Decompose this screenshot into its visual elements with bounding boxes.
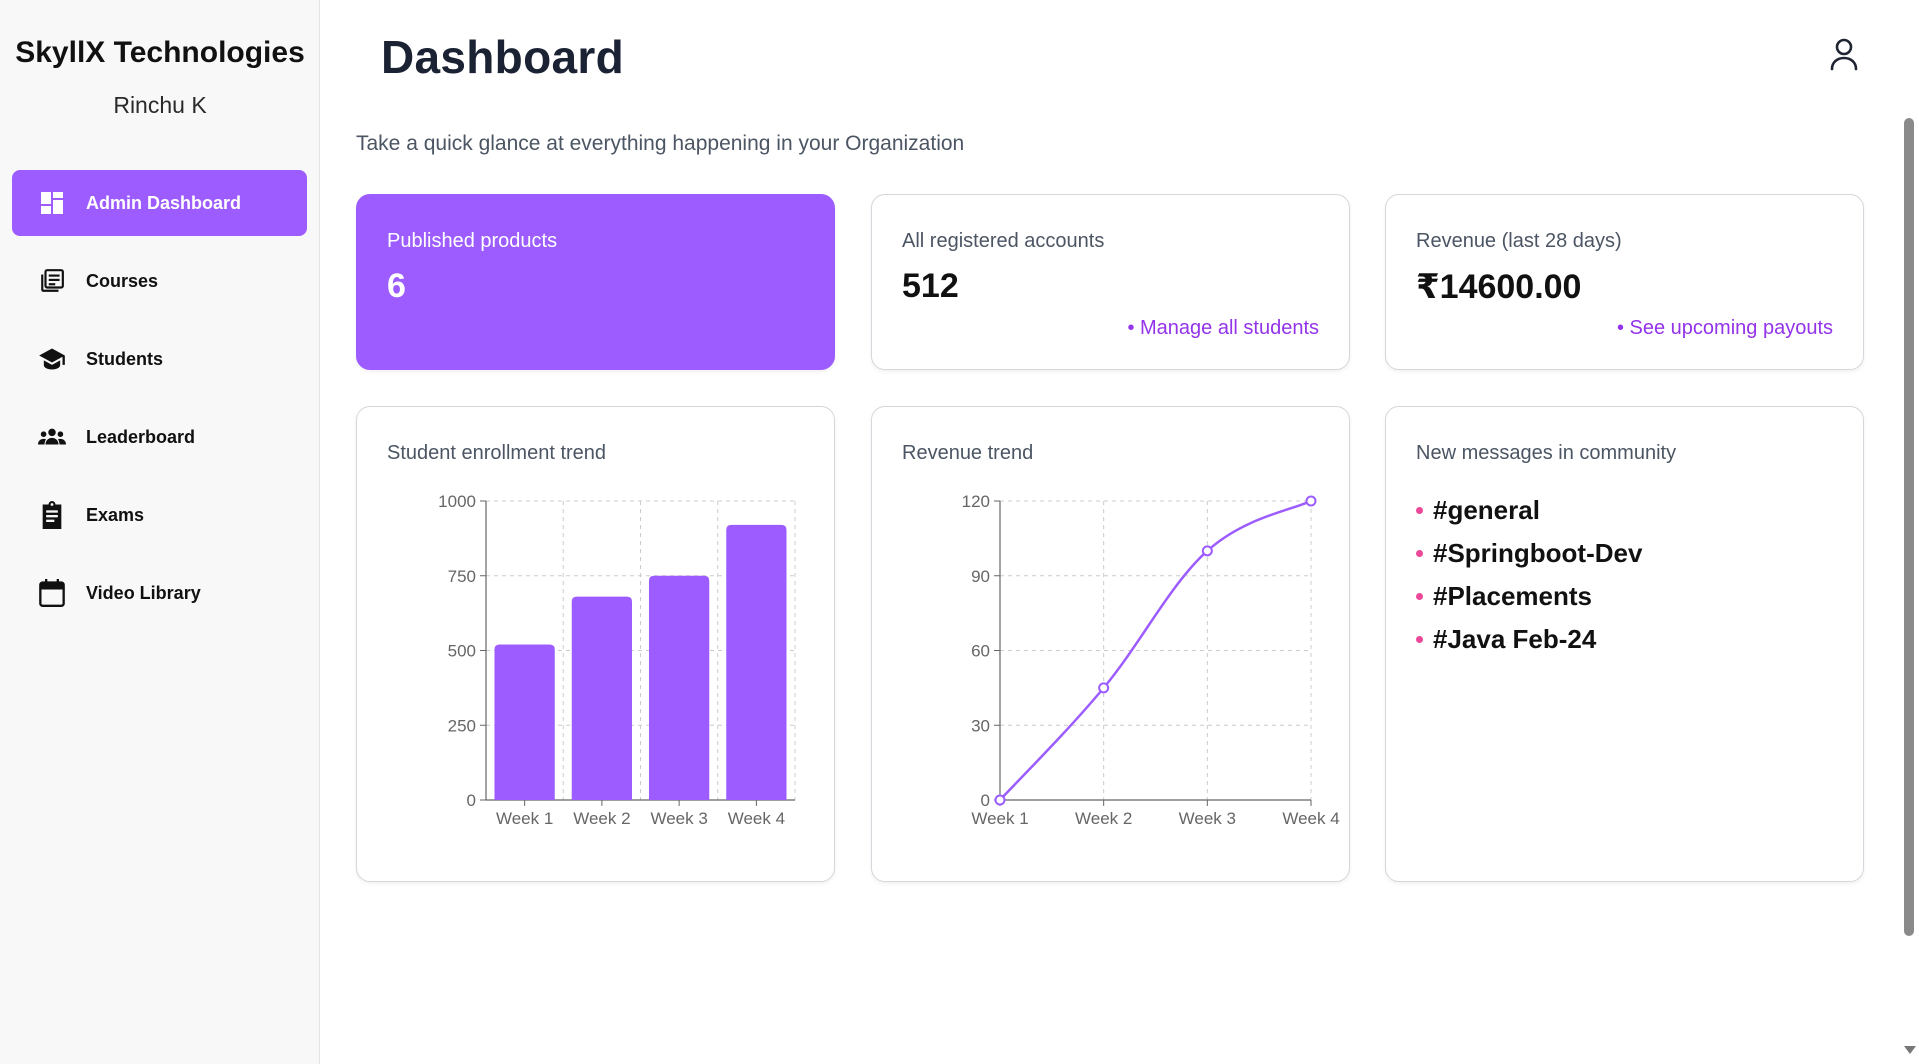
x-tick-label: Week 2 [1075, 809, 1132, 828]
sidebar-item-label: Video Library [86, 582, 201, 603]
revenue-point [1305, 495, 1317, 507]
revenue-line-chart: 0 30 60 90 120 Week 1 Week 2 Week 3 Week 4 [962, 492, 1340, 828]
y-tick-label: 750 [448, 567, 476, 586]
page-title: Dashboard [381, 31, 624, 83]
channel-name: #Java Feb-24 [1433, 624, 1597, 654]
upcoming-payouts-link[interactable]: • See upcoming payouts [1617, 317, 1833, 340]
x-tick-label: Week 4 [1282, 809, 1339, 828]
channel-list: #general #Springboot-Dev #Placements #Ja… [1416, 489, 1642, 661]
page-scrollbar[interactable] [1899, 0, 1919, 1064]
enrollment-bar [726, 524, 787, 800]
app-root: SkyllX Technologies Rinchu K Admin Dashb… [0, 0, 1919, 1064]
bullet-dot [1416, 636, 1423, 643]
revenue-point [994, 794, 1006, 806]
channel-name: #general [1433, 495, 1540, 525]
page-subtitle: Take a quick glance at everything happen… [356, 132, 965, 155]
clipboard-icon [38, 501, 66, 529]
enrollment-bar [648, 575, 710, 800]
sidebar: SkyllX Technologies Rinchu K Admin Dashb… [0, 0, 320, 1064]
sidebar-item-students[interactable]: Students [12, 326, 307, 392]
sidebar-item-label: Exams [86, 504, 145, 525]
profile-button[interactable] [1826, 37, 1862, 75]
published-products-card: Published products 6 [356, 194, 835, 370]
group-icon [38, 423, 66, 451]
registered-accounts-card: All registered accounts 512 • Manage all… [871, 194, 1350, 370]
dashboard-icon [38, 189, 66, 217]
bullet-dot [1416, 507, 1423, 514]
channel-item[interactable]: #Java Feb-24 [1416, 618, 1642, 661]
sidebar-item-courses[interactable]: Courses [12, 248, 307, 314]
sidebar-item-label: Students [86, 348, 164, 369]
x-tick-label: Week 4 [728, 809, 785, 828]
bullet-dot [1416, 593, 1423, 600]
sidebar-item-label: Leaderboard [86, 426, 196, 447]
sidebar-item-admin-dashboard[interactable]: Admin Dashboard [12, 170, 307, 236]
x-tick-label: Week 2 [573, 809, 630, 828]
scroll-up-arrow-icon[interactable] [1904, 6, 1916, 14]
card-label: All registered accounts [902, 230, 1105, 252]
channel-item[interactable]: #Springboot-Dev [1416, 532, 1642, 575]
y-tick-label: 500 [448, 642, 476, 661]
scroll-down-arrow-icon[interactable] [1904, 1046, 1916, 1054]
revenue-chart-card: Revenue trend 0 30 60 90 120 Week 1 Week 2 Week… [871, 406, 1350, 882]
card-value: ₹14600.00 [1416, 268, 1582, 306]
sidebar-item-label: Admin Dashboard [86, 192, 242, 213]
calendar-icon [38, 579, 66, 607]
manage-students-link[interactable]: • Manage all students [1127, 317, 1319, 340]
sidebar-nav: Admin Dashboard Courses Students Leaderb… [12, 170, 307, 638]
enrollment-bar-chart: 0 250 500 750 1000 Week 1 Week 2 Week 3 Week 4 [438, 492, 796, 828]
bullet-dot [1416, 550, 1423, 557]
y-tick-label: 1000 [438, 492, 476, 511]
user-icon [1829, 37, 1859, 76]
y-tick-label: 90 [971, 567, 990, 586]
community-card: New messages in community #general #Spri… [1385, 406, 1864, 882]
user-name: Rinchu K [113, 92, 207, 118]
card-label: Published products [387, 230, 558, 252]
x-tick-label: Week 1 [971, 809, 1028, 828]
channel-item[interactable]: #Placements [1416, 575, 1642, 618]
channel-name: #Springboot-Dev [1433, 538, 1643, 568]
scroll-thumb[interactable] [1904, 118, 1914, 936]
sidebar-item-label: Courses [86, 270, 159, 291]
y-tick-label: 0 [981, 791, 990, 810]
courses-icon [38, 267, 66, 295]
y-tick-label: 250 [448, 716, 476, 735]
enrollment-bar [571, 596, 633, 800]
x-tick-label: Week 1 [496, 809, 553, 828]
x-tick-label: Week 3 [1179, 809, 1236, 828]
sidebar-item-video-library[interactable]: Video Library [12, 560, 307, 626]
community-title: New messages in community [1416, 442, 1677, 464]
card-label: Revenue (last 28 days) [1416, 230, 1622, 252]
sidebar-item-exams[interactable]: Exams [12, 482, 307, 548]
main-content: Dashboard Take a quick glance at everyth… [321, 0, 1899, 1064]
channel-item[interactable]: #general [1416, 489, 1642, 532]
revenue-point [1098, 682, 1110, 694]
revenue-card: Revenue (last 28 days) ₹14600.00 • See u… [1385, 194, 1864, 370]
brand-name: SkyllX Technologies [15, 36, 305, 69]
enrollment-bar [494, 644, 555, 800]
y-tick-label: 120 [962, 492, 990, 511]
y-tick-label: 0 [467, 791, 476, 810]
channel-name: #Placements [1433, 581, 1592, 611]
x-tick-label: Week 3 [650, 809, 707, 828]
y-tick-label: 30 [971, 716, 990, 735]
graduation-cap-icon [38, 345, 66, 373]
sidebar-item-leaderboard[interactable]: Leaderboard [12, 404, 307, 470]
enrollment-chart-card: Student enrollment trend 0 250 500 750 1000 W… [356, 406, 835, 882]
revenue-point [1201, 545, 1213, 557]
card-value: 512 [902, 267, 959, 305]
card-value: 6 [387, 267, 406, 305]
y-tick-label: 60 [971, 642, 990, 661]
